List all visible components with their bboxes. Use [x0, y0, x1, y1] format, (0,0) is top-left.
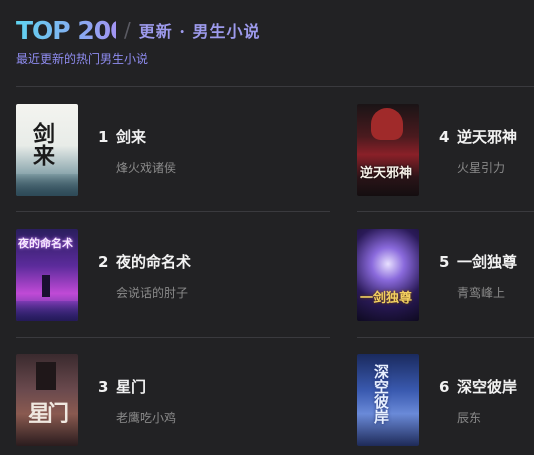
book-author-6[interactable]: 辰东 — [457, 409, 517, 426]
row-divider — [357, 337, 534, 338]
book-author-3[interactable]: 老鹰吃小鸡 — [116, 409, 176, 426]
rank-2: 2 — [98, 253, 109, 271]
book-item-1[interactable]: 剑来 1 剑来 烽火戏诸侯 — [16, 104, 176, 200]
cover-art-2 — [16, 301, 78, 321]
book-author-4[interactable]: 火星引力 — [457, 159, 517, 176]
book-cover-4[interactable]: 逆天邪神 — [357, 104, 419, 196]
book-name-6: 深空彼岸 — [457, 378, 518, 396]
cover-title-1: 剑来 — [29, 122, 55, 166]
book-item-2[interactable]: 夜的命名术 2 夜的命名术 会说话的肘子 — [16, 229, 191, 325]
page-title: 更新 · 男生小说 — [138, 22, 261, 41]
title-separator: / — [124, 18, 131, 42]
top200-logo: TOP 200 — [16, 15, 116, 45]
header-divider — [16, 86, 534, 87]
book-cover-1[interactable]: 剑来 — [16, 104, 78, 196]
row-divider — [357, 211, 534, 212]
book-cover-6[interactable]: 深空彼岸 — [357, 354, 419, 446]
rank-1: 1 — [98, 128, 109, 146]
book-name-2: 夜的命名术 — [116, 253, 192, 271]
book-author-2[interactable]: 会说话的肘子 — [116, 284, 191, 301]
book-name-1: 剑来 — [116, 128, 147, 146]
book-cover-5[interactable]: 一剑独尊 — [357, 229, 419, 321]
book-cover-2[interactable]: 夜的命名术 — [16, 229, 78, 321]
book-title-5[interactable]: 5 一剑独尊 — [439, 251, 517, 272]
cover-title-3: 星门 — [28, 401, 69, 427]
book-title-3[interactable]: 3 星门 — [98, 376, 176, 397]
rank-5: 5 — [439, 253, 450, 271]
book-author-1[interactable]: 烽火戏诸侯 — [116, 159, 176, 176]
book-title-6[interactable]: 6 深空彼岸 — [439, 376, 517, 397]
book-name-3: 星门 — [116, 378, 147, 396]
cover-title-2: 夜的命名术 — [18, 237, 73, 250]
book-item-3[interactable]: 星门 3 星门 老鹰吃小鸡 — [16, 354, 176, 450]
page-subtitle: 最近更新的热门男生小说 — [16, 52, 149, 66]
book-name-5: 一剑独尊 — [457, 253, 518, 271]
cover-art-1 — [16, 174, 78, 196]
book-item-5[interactable]: 一剑独尊 5 一剑独尊 青鸾峰上 — [357, 229, 517, 325]
book-item-6[interactable]: 深空彼岸 6 深空彼岸 辰东 — [357, 354, 517, 450]
book-name-4: 逆天邪神 — [457, 128, 518, 146]
rank-6: 6 — [439, 378, 450, 396]
book-cover-3[interactable]: 星门 — [16, 354, 78, 446]
row-divider — [16, 211, 330, 212]
row-divider — [16, 337, 330, 338]
book-title-1[interactable]: 1 剑来 — [98, 126, 176, 147]
cover-title-4: 逆天邪神 — [360, 166, 413, 181]
cover-title-5: 一剑独尊 — [360, 291, 413, 306]
book-item-4[interactable]: 逆天邪神 4 逆天邪神 火星引力 — [357, 104, 517, 200]
cover-title-6: 深空彼岸 — [372, 364, 390, 424]
cover-figure-4 — [371, 108, 403, 140]
cover-figure-2 — [42, 275, 50, 297]
book-title-4[interactable]: 4 逆天邪神 — [439, 126, 517, 147]
book-title-2[interactable]: 2 夜的命名术 — [98, 251, 191, 272]
svg-text:TOP 200: TOP 200 — [16, 16, 116, 45]
page-header: TOP 200 / 更新 · 男生小说 — [16, 15, 260, 45]
cover-figure-3 — [36, 362, 56, 390]
book-author-5[interactable]: 青鸾峰上 — [457, 284, 517, 301]
rank-4: 4 — [439, 128, 450, 146]
rank-3: 3 — [98, 378, 109, 396]
